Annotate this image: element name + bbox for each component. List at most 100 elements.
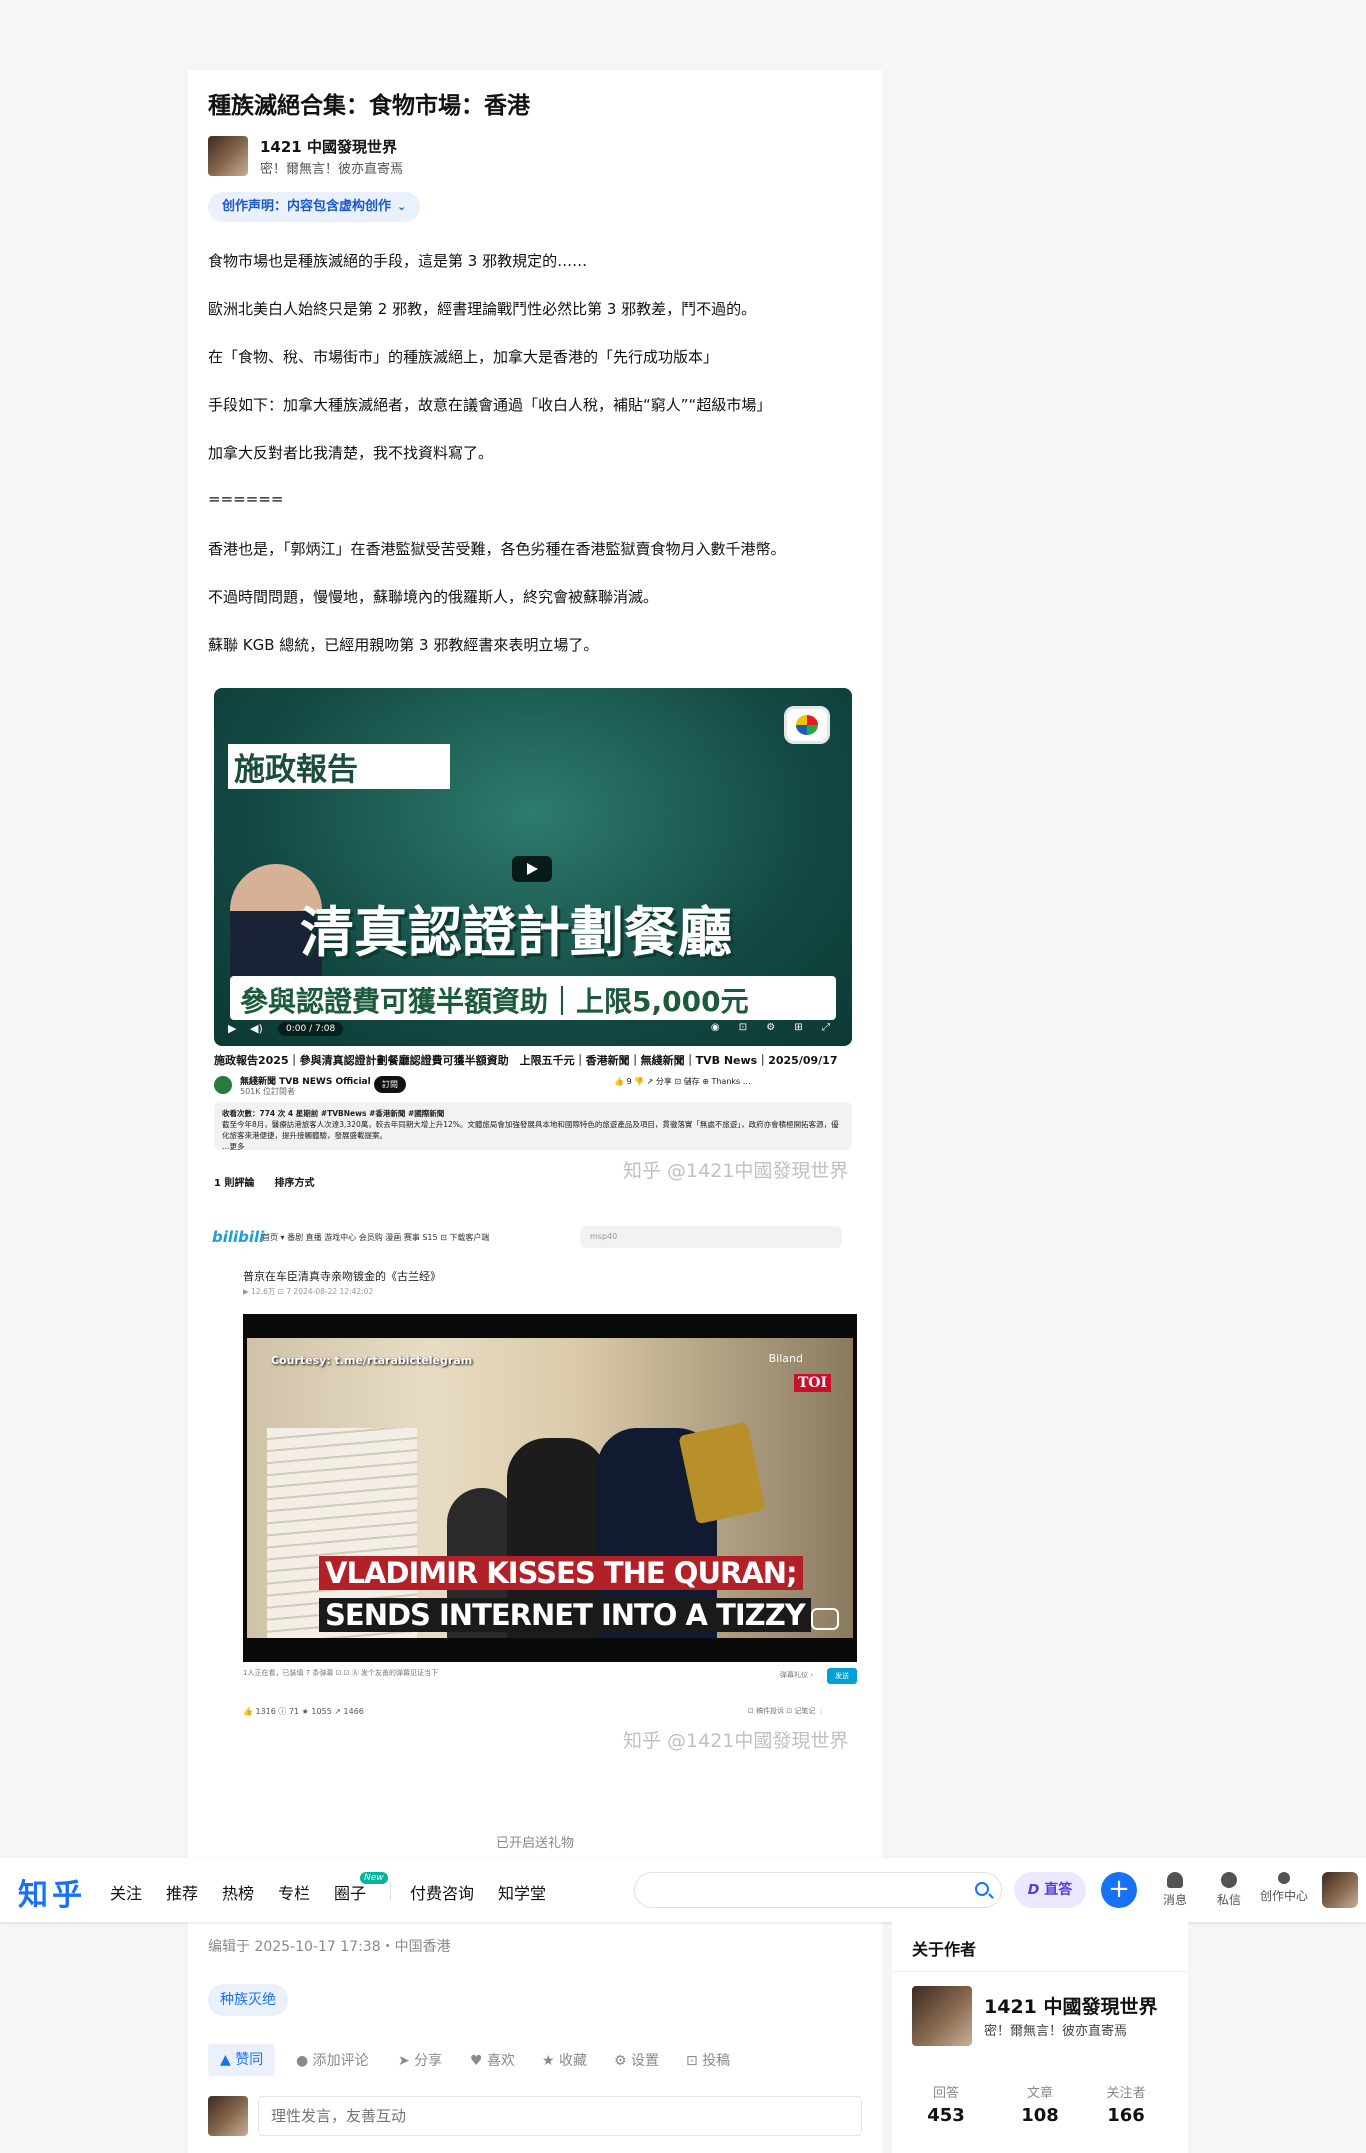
video-caption-2: SENDS INTERNET INTO A TIZZY [319, 1598, 811, 1632]
channel-icon [214, 1076, 232, 1094]
about-author-card: 关于作者 1421 中國發現世界 密！爾無言！彼亦直寄焉 回答 453 文章 108… [892, 1922, 1188, 2153]
stat-articles[interactable]: 文章 108 [992, 2082, 1088, 2126]
private-messages-label: 私信 [1216, 1893, 1241, 1907]
stat-label: 关注者 [1106, 2086, 1146, 2101]
paragraph: 歐洲北美白人始終只是第 2 邪教，經書理論戰鬥性必然比第 3 邪教差，鬥不過的。 [208, 300, 757, 318]
comment-label: 添加评论 [312, 2053, 369, 2069]
nav-paid-consult[interactable]: 付费咨询 [410, 1880, 474, 1904]
submit-label: 投稿 [702, 2053, 731, 2069]
declaration-label: 创作声明：内容包含虚构创作 [222, 199, 392, 214]
share-action[interactable]: ➤ 分享 [398, 2050, 442, 2070]
submit-action[interactable]: ⊡ 投稿 [686, 2050, 730, 2070]
description-stats: 收看次數：774 次 4 星期前 #TVBNews #香港新聞 #國際新聞 [222, 1109, 445, 1118]
gear-icon: ⚙ [614, 2053, 627, 2069]
bilibili-video-frame[interactable]: Courtesy: t.me/rtarabictelegram Biland T… [243, 1314, 857, 1662]
player-settings-icons[interactable]: ◉ ⊡ ⚙ ⊞ ⤢ [711, 1022, 838, 1033]
author-name[interactable]: 1421 中國發現世界 [260, 136, 397, 157]
heart-icon: ♥ [470, 2053, 483, 2069]
comment-action[interactable]: ● 添加评论 [296, 2050, 369, 2070]
star-icon: ★ [542, 2053, 555, 2069]
bilibili-report: ⊡ 稿件投诉 ⊡ 记笔记 ⋮ [748, 1707, 825, 1715]
player-controls[interactable]: ▶ ◀) 0:00 / 7:08 ◉ ⊡ ⚙ ⊞ ⤢ [220, 1020, 846, 1042]
author-bio: 密！爾無言！彼亦直寄焉 [260, 162, 404, 177]
author-avatar[interactable] [912, 1986, 972, 2046]
bilibili-logo: bilibili [212, 1228, 265, 1246]
danmu-etiquette: 弹幕礼仪 › [779, 1671, 813, 1679]
zhida-label: 直答 [1044, 1882, 1073, 1898]
search-icon[interactable] [975, 1882, 989, 1896]
nav-zhixuetang[interactable]: 知学堂 [498, 1880, 546, 1904]
subscribe-button: 訂閱 [374, 1076, 406, 1093]
zhihu-logo[interactable]: 知乎 [18, 1870, 86, 1914]
bilibili-tv-icon [811, 1608, 839, 1630]
stat-answers[interactable]: 回答 453 [898, 2082, 994, 2126]
article-card: 種族滅絕合集：食物市場：香港 1421 中國發現世界 密！爾無言！彼亦直寄焉 创… [188, 70, 882, 2153]
search-input[interactable] [634, 1872, 1002, 1908]
channel-row: 無綫新聞 TVB NEWS Official 501K 位訂閱者 訂閱 👍 9 … [214, 1072, 854, 1102]
creator-center-label: 创作中心 [1259, 1889, 1308, 1903]
play-icon[interactable] [512, 856, 552, 882]
danmu-bar: 1人正在看，已装填 7 条弹幕 ⊡ ⊡ Ⓐ 发个友善的弹幕见证当下 弹幕礼仪 ›… [243, 1668, 857, 1684]
player-time: 0:00 / 7:08 [278, 1022, 344, 1036]
nav-column[interactable]: 专栏 [278, 1880, 310, 1904]
stat-followers[interactable]: 关注者 166 [1078, 2082, 1174, 2126]
bilibili-stats: 👍 1316 ⓘ 71 ★ 1055 ↗ 1466 [243, 1707, 364, 1716]
paragraph: ====== [208, 490, 284, 508]
video-headline: 清真認證計劃餐廳 [300, 901, 732, 964]
zhida-button[interactable]: 𝘿 直答 [1014, 1872, 1086, 1908]
top-nav-bar: 知乎 关注 推荐 热榜 专栏 圈子 New 付费咨询 知学堂 𝘿 直答 + 消息… [0, 1858, 1366, 1922]
nav-recommend[interactable]: 推荐 [166, 1880, 198, 1904]
messages-label: 消息 [1162, 1893, 1187, 1907]
topic-tag[interactable]: 种族灭绝 [208, 1984, 288, 2016]
video-scene: Courtesy: t.me/rtarabictelegram Biland T… [247, 1338, 853, 1638]
paragraph: 香港也是，「郭炳江」在香港監獄受苦受難，各色劣種在香港監獄賣食物月入數千港幣。 [208, 540, 786, 558]
nav-hot[interactable]: 热榜 [222, 1880, 254, 1904]
gift-status: 已开启送礼物 [495, 1836, 574, 1851]
tvb-video-thumbnail[interactable]: 施政報告2025 清真認證計劃餐廳 參與認證費可獲半額資助｜上限5,000元 ▶… [214, 688, 852, 1046]
share-label: 分享 [414, 2053, 443, 2069]
upvote-button[interactable]: ▲ 赞同 [208, 2044, 276, 2076]
paragraph: 在「食物、稅、市場街市」的種族滅絕上，加拿大是香港的「先行成功版本」 [208, 348, 719, 366]
courtesy-credit: Courtesy: t.me/rtarabictelegram [271, 1354, 473, 1367]
collect-action[interactable]: ★ 收藏 [542, 2050, 587, 2070]
nav-divider [390, 1882, 391, 1900]
bilibili-header: bilibili 首页 ▾ 番剧 直播 游戏中心 会员购 漫画 赛事 S15 ⊡… [212, 1222, 854, 1252]
comment-input[interactable] [258, 2096, 862, 2136]
stat-label: 回答 [932, 2086, 959, 2101]
like-action[interactable]: ♥ 喜欢 [470, 2050, 515, 2070]
author-avatar[interactable] [208, 136, 248, 176]
bilibili-video-title: 普京在车臣清真寺亲吻镀金的《古兰经》 [243, 1270, 441, 1283]
nav-circle[interactable]: 圈子 [334, 1880, 366, 1904]
stat-label: 文章 [1026, 2086, 1053, 2101]
bilibili-search: msp40 [580, 1226, 842, 1248]
policy-address-label: 施政報告 [234, 752, 358, 788]
channel-subscribers: 501K 位訂閱者 [240, 1087, 296, 1096]
paragraph: 不過時間問題，慢慢地，蘇聯境內的俄羅斯人，終究會被蘇聯消滅。 [208, 588, 659, 606]
zhida-logo-icon: 𝘿 [1027, 1882, 1045, 1898]
nav-follow[interactable]: 关注 [110, 1880, 142, 1904]
about-author-heading: 关于作者 [892, 1922, 1188, 1972]
private-messages-button[interactable]: 私信 [1204, 1872, 1254, 1908]
creator-center-button[interactable]: 创作中心 [1258, 1872, 1310, 1904]
comment-composer [208, 2096, 862, 2140]
user-avatar[interactable] [1322, 1872, 1358, 1908]
new-badge: New [360, 1872, 388, 1884]
creation-declaration[interactable]: 创作声明：内容包含虚构创作 ⌄ [208, 192, 421, 222]
policy-address-tag: 施政報告2025 [228, 744, 451, 789]
share-icon: ➤ [398, 2053, 410, 2069]
edited-time: 编辑于 2025-10-17 17:38・中国香港 [208, 1939, 451, 1955]
messages-button[interactable]: 消息 [1150, 1872, 1200, 1908]
watermark: 知乎 @1421中國發現世界 [623, 1160, 849, 1182]
paragraph: 蘇聯 KGB 總統，已經用親吻第 3 邪教經書來表明立場了。 [208, 636, 599, 654]
volume-icon[interactable]: ◀) [250, 1022, 263, 1035]
action-bar: ▲ 赞同 ● 添加评论 ➤ 分享 ♥ 喜欢 ★ 收藏 ⚙ 设置 ⊡ 投稿 [208, 2044, 868, 2076]
settings-action[interactable]: ⚙ 设置 [614, 2050, 659, 2070]
paragraph: 加拿大反對者比我清楚，我不找資料寫了。 [208, 444, 494, 462]
stat-value: 166 [1107, 2105, 1145, 2126]
play-control-icon[interactable]: ▶ [228, 1022, 236, 1035]
author-bio: 密！爾無言！彼亦直寄焉 [984, 2024, 1128, 2039]
user-icon [1278, 1872, 1290, 1884]
author-name[interactable]: 1421 中國發現世界 [984, 1992, 1158, 2019]
create-button[interactable]: + [1101, 1872, 1137, 1908]
video-subline: 參與認證費可獲半額資助｜上限5,000元 [240, 985, 749, 1018]
